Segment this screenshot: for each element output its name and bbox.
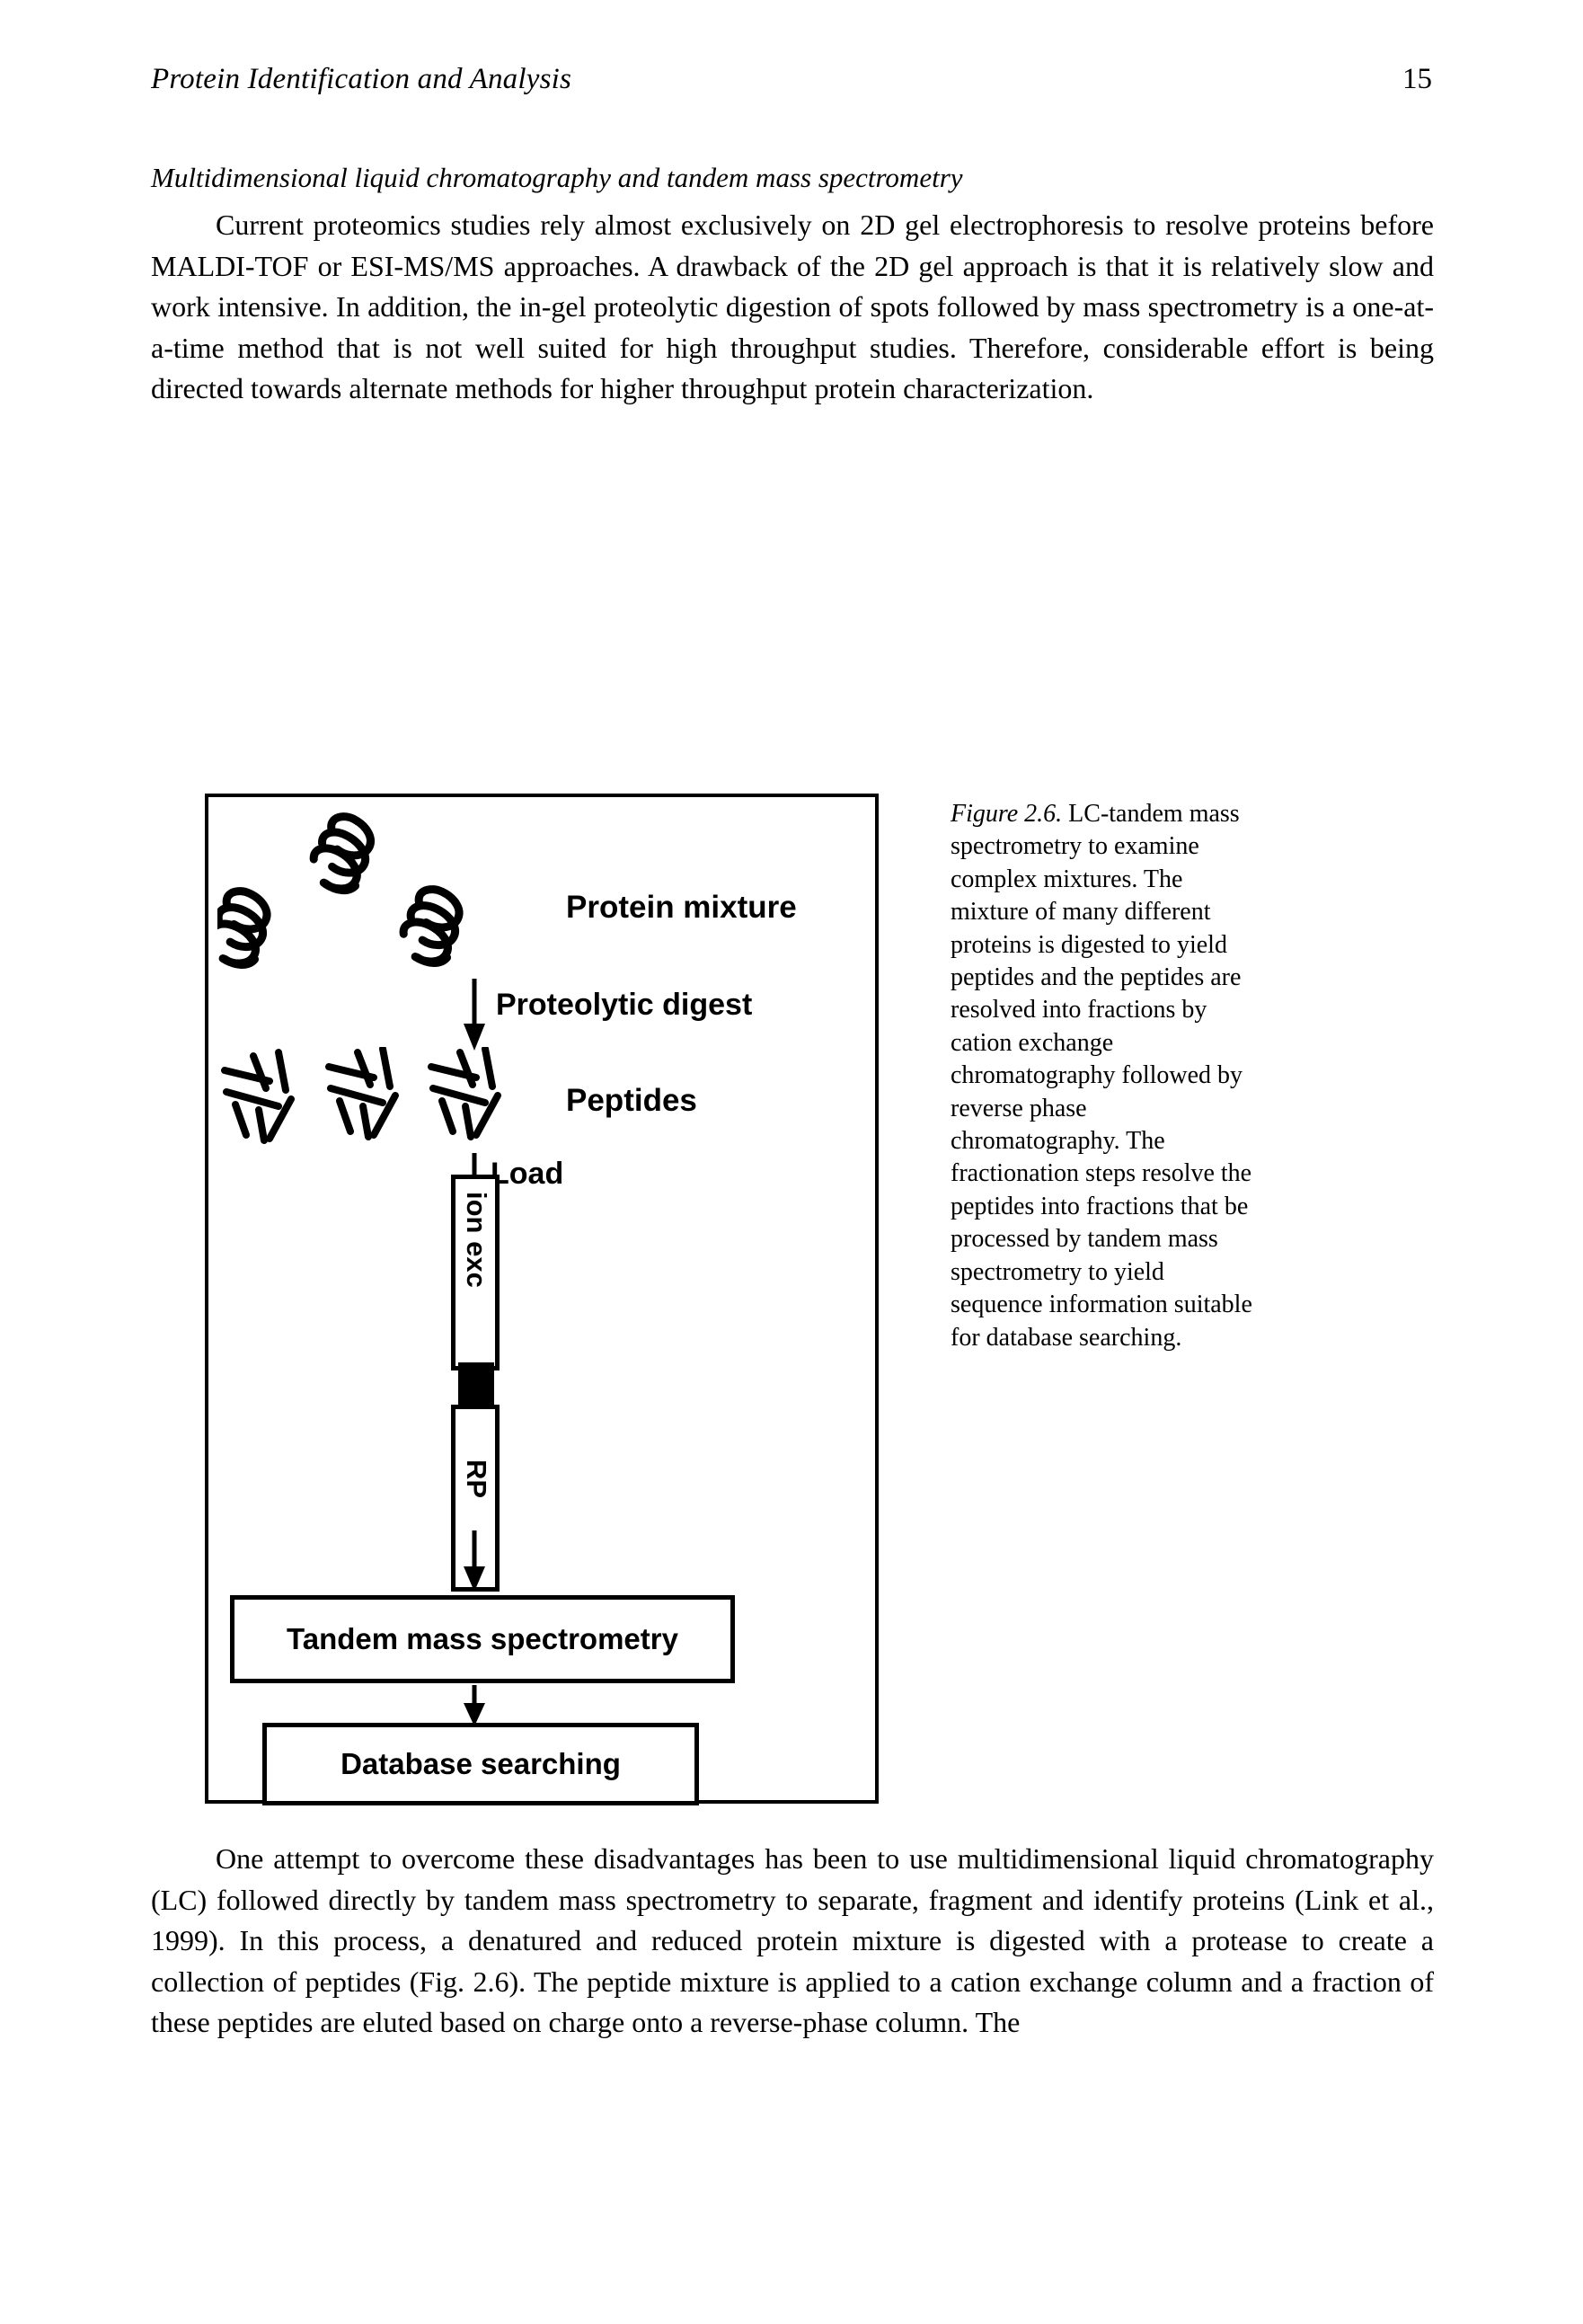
figure-frame: Protein mixture Proteolytic digest Pepti… (205, 794, 879, 1805)
running-head: Protein Identification and Analysis 15 (151, 63, 1432, 96)
arrow-to-tandem-ms (464, 1530, 485, 1592)
reverse-phase-column-label: RP (461, 1459, 492, 1499)
paragraph-intro: Current proteomics studies rely almost e… (151, 208, 1434, 404)
section-subhead: Multidimensional liquid chromatography a… (151, 162, 963, 193)
figure-caption-body: LC-tandem mass spectrometry to examine c… (951, 800, 1252, 1352)
figure-caption-lead: Figure 2.6. (951, 800, 1063, 828)
arrow-to-database-searching (464, 1685, 485, 1726)
ion-exchange-column: ion exc (451, 1175, 500, 1370)
page-number: 15 (1402, 63, 1432, 95)
database-searching-box: Database searching (262, 1723, 699, 1805)
protein-mixture-icon (207, 806, 541, 995)
arrow-proteolytic-digest (464, 979, 485, 1051)
load-label: Load (491, 1157, 564, 1191)
ion-exchange-column-label: ion exc (461, 1192, 492, 1288)
peptides-icon (217, 1045, 541, 1164)
paragraph-closing: One attempt to overcome these disadvanta… (151, 1842, 1434, 2038)
peptides-label: Peptides (566, 1083, 697, 1118)
protein-mixture-label: Protein mixture (566, 890, 797, 925)
proteolytic-digest-label: Proteolytic digest (496, 988, 753, 1022)
figure-caption: Figure 2.6. LC-tandem mass spectrometry … (951, 798, 1256, 1354)
tandem-mass-spectrometry-box: Tandem mass spectrometry (230, 1595, 735, 1683)
running-head-title: Protein Identification and Analysis (151, 63, 572, 95)
